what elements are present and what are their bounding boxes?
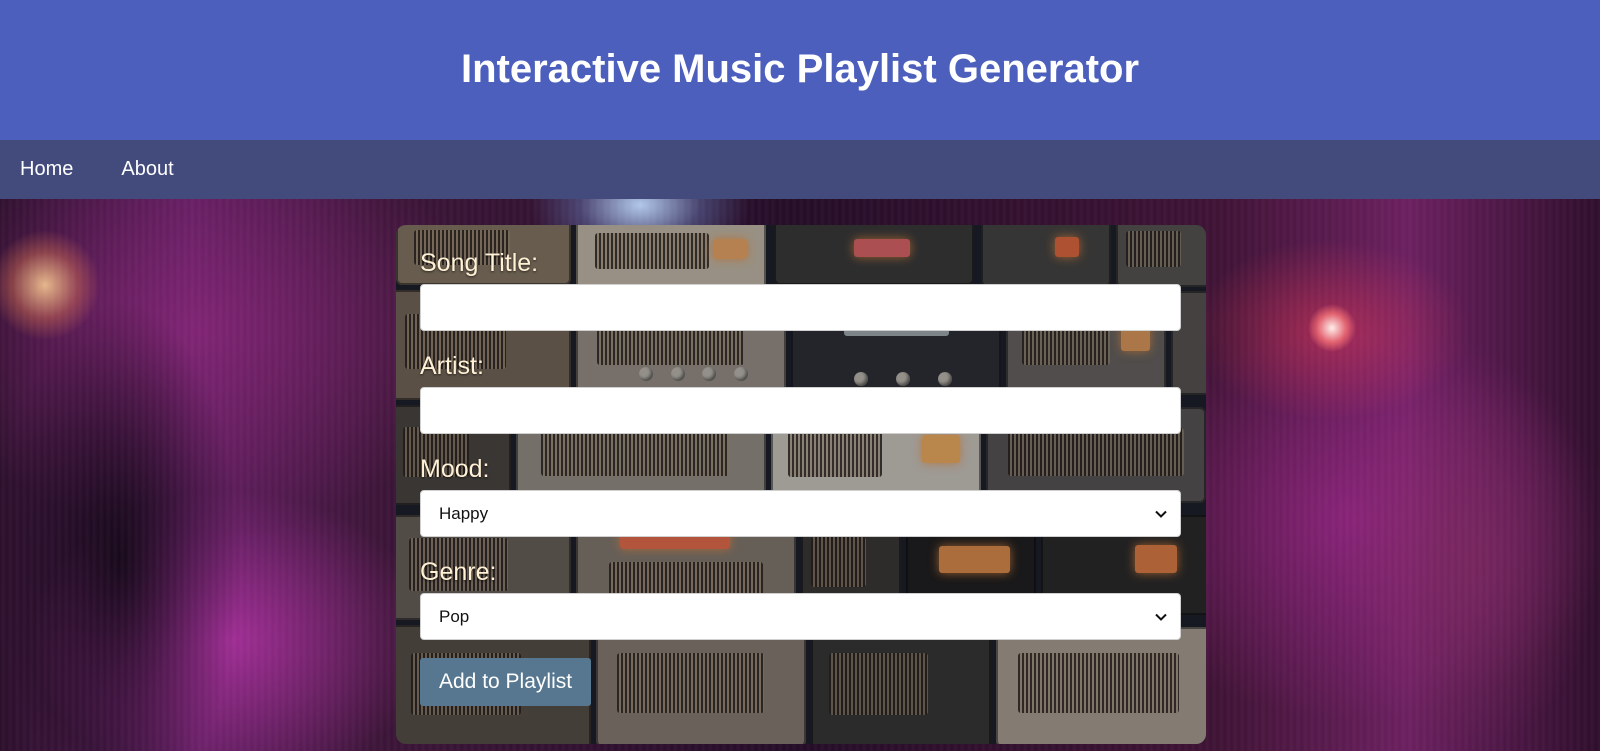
main-nav: Home About — [0, 140, 1600, 199]
chevron-down-icon — [1155, 510, 1167, 518]
artist-input[interactable] — [420, 387, 1181, 434]
song-title-input[interactable] — [420, 284, 1181, 331]
playlist-form-panel: Song Title: Artist: Mood: Happy Genre: P… — [396, 225, 1206, 744]
mood-label: Mood: — [420, 455, 490, 483]
genre-label: Genre: — [420, 558, 497, 586]
playlist-form: Song Title: Artist: Mood: Happy Genre: P… — [420, 247, 1182, 706]
song-title-label: Song Title: — [420, 249, 539, 277]
mood-select[interactable]: Happy — [420, 490, 1181, 537]
chevron-down-icon — [1155, 613, 1167, 621]
genre-selected-value: Pop — [439, 606, 470, 626]
add-to-playlist-button[interactable]: Add to Playlist — [420, 658, 592, 706]
nav-about-link[interactable]: About — [121, 158, 173, 181]
artist-label: Artist: — [420, 352, 484, 380]
mood-selected-value: Happy — [439, 503, 489, 523]
nav-home-link[interactable]: Home — [20, 158, 73, 181]
genre-select[interactable]: Pop — [420, 593, 1181, 640]
page-title: Interactive Music Playlist Generator — [460, 46, 1140, 91]
site-header: Interactive Music Playlist Generator — [0, 0, 1600, 140]
